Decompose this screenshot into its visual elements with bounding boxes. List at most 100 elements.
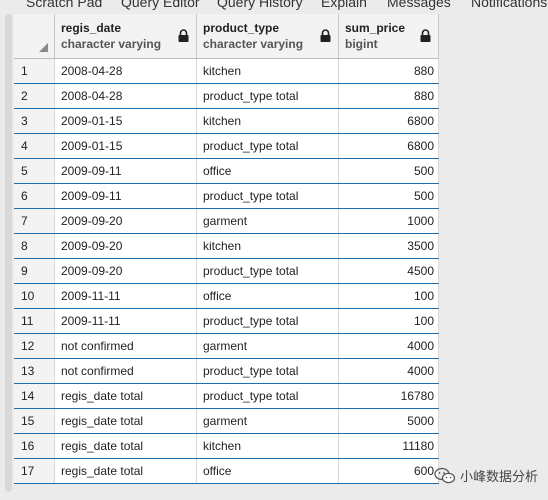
row-number-cell[interactable]: 14 xyxy=(14,383,55,409)
row-number-cell[interactable]: 2 xyxy=(14,83,55,109)
row-number-cell[interactable]: 9 xyxy=(14,258,55,284)
row-number-cell[interactable]: 5 xyxy=(14,158,55,184)
row-number-cell[interactable]: 6 xyxy=(14,183,55,209)
table-row[interactable]: 15 regis_date total garment 5000 xyxy=(14,408,439,434)
row-number-cell[interactable]: 10 xyxy=(14,283,55,309)
table-row[interactable]: 11 2009-11-11 product_type total 100 xyxy=(14,308,439,334)
regis-date-cell[interactable]: regis_date total xyxy=(54,458,197,484)
column-name: product_type xyxy=(203,21,280,35)
regis-date-cell[interactable]: 2009-09-20 xyxy=(54,208,197,234)
regis-date-cell[interactable]: 2009-09-20 xyxy=(54,233,197,259)
table-row[interactable]: 17 regis_date total office 600 xyxy=(14,458,439,484)
sum-price-cell[interactable]: 5000 xyxy=(338,408,439,434)
table-row[interactable]: 7 2009-09-20 garment 1000 xyxy=(14,208,439,234)
table-row[interactable]: 14 regis_date total product_type total 1678… xyxy=(14,383,439,409)
column-header-product-type[interactable]: product_type character varying xyxy=(196,14,339,59)
table-row[interactable]: 2 2008-04-28 product_type total 880 xyxy=(14,83,439,109)
row-number-cell[interactable]: 7 xyxy=(14,208,55,234)
product-type-cell[interactable]: kitchen xyxy=(196,433,339,459)
product-type-cell[interactable]: garment xyxy=(196,208,339,234)
table-row[interactable]: 4 2009-01-15 product_type total 6800 xyxy=(14,133,439,159)
regis-date-cell[interactable]: regis_date total xyxy=(54,383,197,409)
row-number-cell[interactable]: 13 xyxy=(14,358,55,384)
data-output-table: regis_date character varying product_typ… xyxy=(14,14,439,484)
regis-date-cell[interactable]: 2009-11-11 xyxy=(54,283,197,309)
sum-price-cell[interactable]: 6800 xyxy=(338,108,439,134)
product-type-cell[interactable]: product_type total xyxy=(196,83,339,109)
product-type-cell[interactable]: garment xyxy=(196,333,339,359)
row-number-cell[interactable]: 3 xyxy=(14,108,55,134)
product-type-cell[interactable]: garment xyxy=(196,408,339,434)
vertical-scrollbar[interactable] xyxy=(5,14,12,492)
regis-date-cell[interactable]: 2008-04-28 xyxy=(54,83,197,109)
row-number-cell[interactable]: 12 xyxy=(14,333,55,359)
regis-date-cell[interactable]: not confirmed xyxy=(54,358,197,384)
sum-price-cell[interactable]: 11180 xyxy=(338,433,439,459)
sum-price-cell[interactable]: 1000 xyxy=(338,208,439,234)
regis-date-cell[interactable]: 2008-04-28 xyxy=(54,58,197,84)
sum-price-cell[interactable]: 3500 xyxy=(338,233,439,259)
table-row[interactable]: 12 not confirmed garment 4000 xyxy=(14,333,439,359)
sum-price-cell[interactable]: 100 xyxy=(338,308,439,334)
row-number-cell[interactable]: 8 xyxy=(14,233,55,259)
regis-date-cell[interactable]: not confirmed xyxy=(54,333,197,359)
column-header-regis-date[interactable]: regis_date character varying xyxy=(54,14,197,59)
row-number-cell[interactable]: 17 xyxy=(14,458,55,484)
sum-price-cell[interactable]: 600 xyxy=(338,458,439,484)
tab-notifications[interactable]: Notifications xyxy=(471,0,547,10)
tab-messages[interactable]: Messages xyxy=(387,0,451,10)
product-type-cell[interactable]: kitchen xyxy=(196,108,339,134)
product-type-cell[interactable]: office xyxy=(196,458,339,484)
table-row[interactable]: 1 2008-04-28 kitchen 880 xyxy=(14,58,439,84)
regis-date-cell[interactable]: 2009-01-15 xyxy=(54,108,197,134)
product-type-cell[interactable]: product_type total xyxy=(196,183,339,209)
row-number-cell[interactable]: 16 xyxy=(14,433,55,459)
product-type-cell[interactable]: kitchen xyxy=(196,233,339,259)
column-header-sum-price[interactable]: sum_price bigint xyxy=(338,14,439,59)
table-row[interactable]: 3 2009-01-15 kitchen 6800 xyxy=(14,108,439,134)
row-number-cell[interactable]: 11 xyxy=(14,308,55,334)
regis-date-cell[interactable]: regis_date total xyxy=(54,433,197,459)
select-all-triangle-icon xyxy=(39,43,48,52)
sum-price-cell[interactable]: 4000 xyxy=(338,358,439,384)
regis-date-cell[interactable]: 2009-01-15 xyxy=(54,133,197,159)
sum-price-cell[interactable]: 100 xyxy=(338,283,439,309)
select-all-corner[interactable] xyxy=(14,14,55,59)
tab-query-history[interactable]: Query History xyxy=(217,0,303,10)
sum-price-cell[interactable]: 880 xyxy=(338,83,439,109)
regis-date-cell[interactable]: 2009-09-20 xyxy=(54,258,197,284)
tab-scratch-pad[interactable]: Scratch Pad xyxy=(26,0,102,10)
table-row[interactable]: 13 not confirmed product_type total 4000 xyxy=(14,358,439,384)
sum-price-cell[interactable]: 4000 xyxy=(338,333,439,359)
product-type-cell[interactable]: product_type total xyxy=(196,358,339,384)
product-type-cell[interactable]: kitchen xyxy=(196,58,339,84)
regis-date-cell[interactable]: 2009-09-11 xyxy=(54,183,197,209)
product-type-cell[interactable]: office xyxy=(196,283,339,309)
product-type-cell[interactable]: office xyxy=(196,158,339,184)
table-row[interactable]: 10 2009-11-11 office 100 xyxy=(14,283,439,309)
sum-price-cell[interactable]: 4500 xyxy=(338,258,439,284)
tab-explain[interactable]: Explain xyxy=(321,0,367,10)
product-type-cell[interactable]: product_type total xyxy=(196,133,339,159)
product-type-cell[interactable]: product_type total xyxy=(196,258,339,284)
sum-price-cell[interactable]: 880 xyxy=(338,58,439,84)
table-row[interactable]: 9 2009-09-20 product_type total 4500 xyxy=(14,258,439,284)
table-row[interactable]: 6 2009-09-11 product_type total 500 xyxy=(14,183,439,209)
tab-query-editor[interactable]: Query Editor xyxy=(121,0,200,10)
table-row[interactable]: 16 regis_date total kitchen 11180 xyxy=(14,433,439,459)
regis-date-cell[interactable]: 2009-11-11 xyxy=(54,308,197,334)
row-number-cell[interactable]: 4 xyxy=(14,133,55,159)
regis-date-cell[interactable]: regis_date total xyxy=(54,408,197,434)
sum-price-cell[interactable]: 500 xyxy=(338,158,439,184)
sum-price-cell[interactable]: 6800 xyxy=(338,133,439,159)
row-number-cell[interactable]: 15 xyxy=(14,408,55,434)
table-row[interactable]: 8 2009-09-20 kitchen 3500 xyxy=(14,233,439,259)
product-type-cell[interactable]: product_type total xyxy=(196,308,339,334)
row-number-cell[interactable]: 1 xyxy=(14,58,55,84)
lock-icon xyxy=(320,29,331,42)
sum-price-cell[interactable]: 500 xyxy=(338,183,439,209)
product-type-cell[interactable]: product_type total xyxy=(196,383,339,409)
sum-price-cell[interactable]: 16780 xyxy=(338,383,439,409)
regis-date-cell[interactable]: 2009-09-11 xyxy=(54,158,197,184)
table-row[interactable]: 5 2009-09-11 office 500 xyxy=(14,158,439,184)
